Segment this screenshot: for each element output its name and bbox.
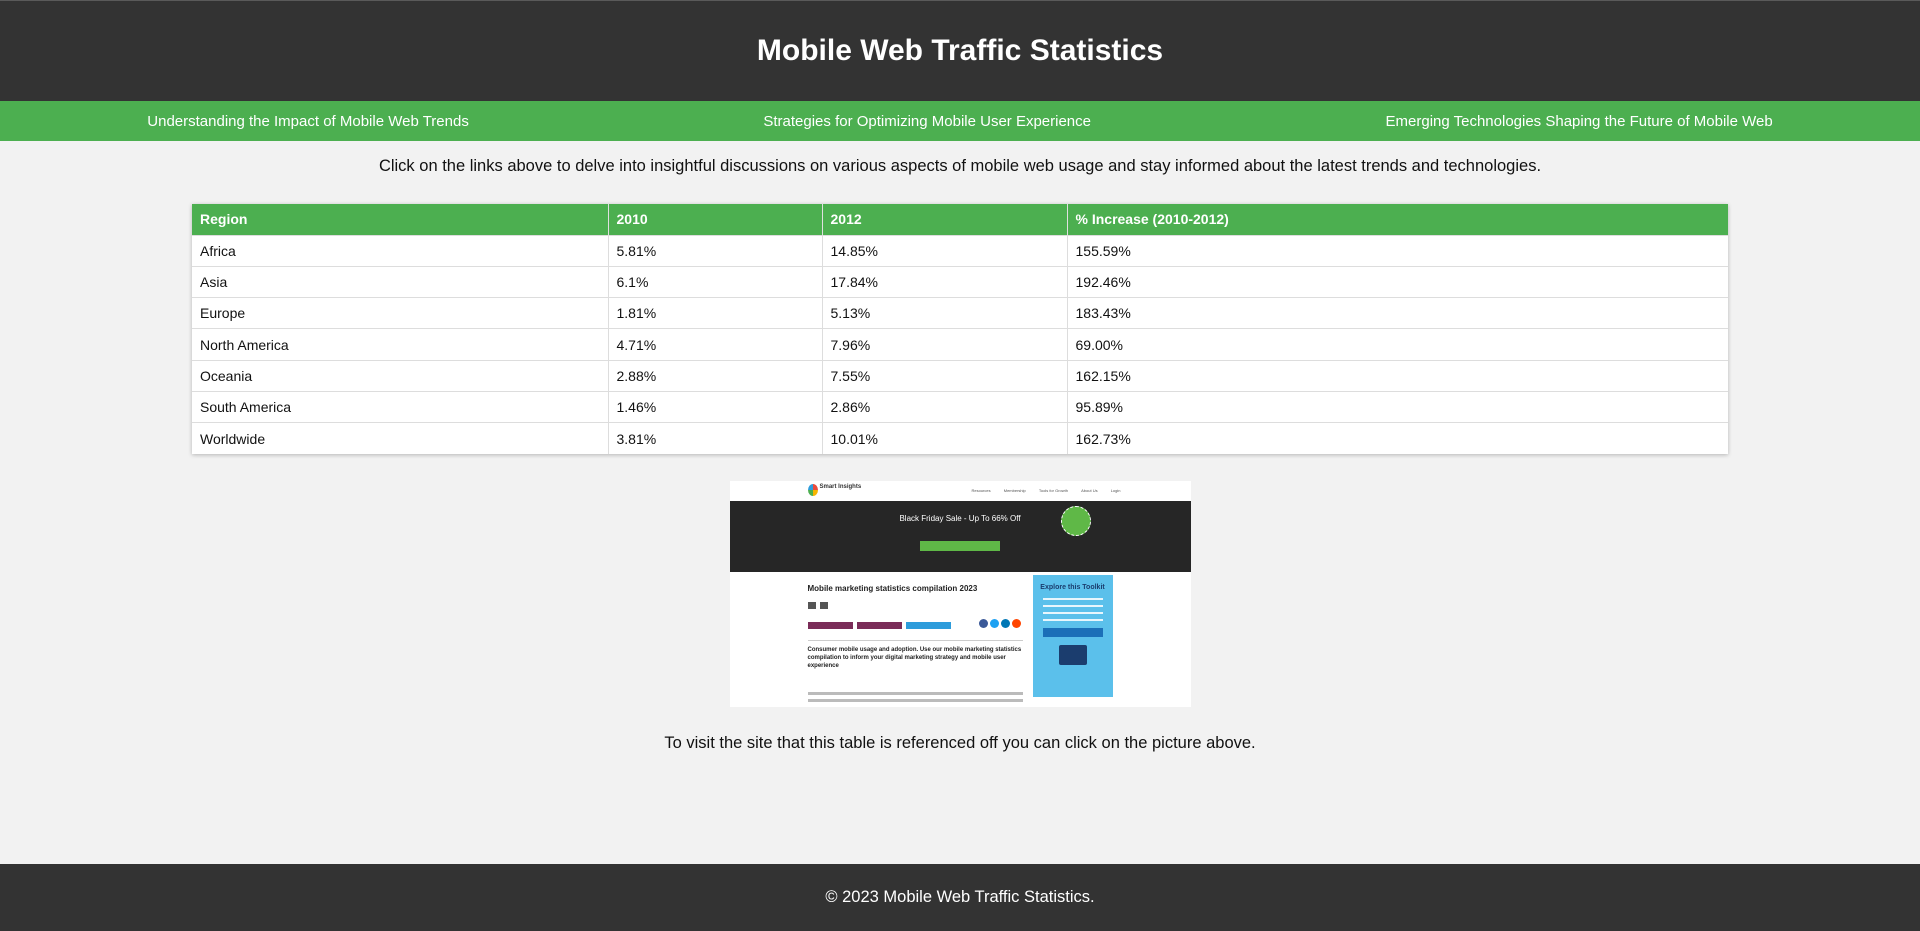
table-row: South America 1.46% 2.86% 95.89% [192, 390, 1728, 423]
stats-table: Region 2010 2012 % Increase (2010-2012) … [192, 204, 1728, 455]
thumb-banner-text-lines [730, 530, 1191, 536]
cell-2010: 2.88% [608, 359, 823, 392]
cell-2012: 10.01% [822, 422, 1068, 455]
thumb-social-icons [977, 615, 1021, 633]
stats-table-container: Region 2010 2012 % Increase (2010-2012) … [192, 204, 1728, 455]
site-footer: © 2023 Mobile Web Traffic Statistics. [0, 864, 1920, 931]
cell-2012: 7.96% [822, 328, 1068, 361]
thumb-nav-item: About Us [1081, 488, 1098, 494]
thumb-article-title: Mobile marketing statistics compilation … [807, 584, 978, 594]
thumb-body-line [807, 699, 1023, 703]
cell-region: South America [192, 390, 609, 423]
cell-2012: 14.85% [822, 234, 1068, 267]
cell-increase: 69.00% [1067, 328, 1728, 361]
intro-text: Click on the links above to delve into i… [378, 157, 1542, 175]
table-row: North America 4.71% 7.96% 69.00% [192, 328, 1728, 361]
cell-2010: 5.81% [608, 234, 823, 267]
thumb-sale-seal-icon [1060, 506, 1091, 537]
cell-2012: 7.55% [822, 359, 1068, 392]
thumb-body: Mobile marketing statistics compilation … [730, 572, 1191, 707]
cell-region: Worldwide [192, 422, 609, 455]
thumb-banner-button [920, 541, 1000, 552]
thumb-logo-text: Smart Insights [819, 484, 862, 491]
thumb-sidebar-button [1042, 628, 1103, 638]
thumb-divider [807, 640, 1023, 642]
table-row: Europe 1.81% 5.13% 183.43% [192, 297, 1728, 329]
header-2012: 2012 [822, 204, 1068, 235]
thumb-sidebar: Explore this Toolkit [1032, 575, 1113, 698]
cell-2010: 1.81% [608, 297, 823, 329]
cell-region: North America [192, 328, 609, 361]
thumb-nav-item: Resources [971, 488, 991, 494]
thumb-nav-links: Resources Membership Tools for Growth Ab… [959, 488, 1120, 493]
header-2010: 2010 [608, 204, 823, 235]
cell-2012: 5.13% [822, 297, 1068, 329]
thumb-nav-item: Login [1110, 488, 1121, 494]
cell-2010: 1.46% [608, 390, 823, 423]
nav-link-emerging-tech[interactable]: Emerging Technologies Shaping the Future… [1386, 113, 1773, 130]
table-row: Worldwide 3.81% 10.01% 162.73% [192, 422, 1728, 455]
cell-2010: 3.81% [608, 422, 823, 455]
cell-increase: 162.73% [1067, 422, 1728, 455]
outro-text: To visit the site that this table is ref… [664, 734, 1256, 753]
table-row: Asia 6.1% 17.84% 192.46% [192, 265, 1728, 298]
cell-2012: 17.84% [822, 265, 1068, 298]
nav-bar: Understanding the Impact of Mobile Web T… [0, 101, 1920, 141]
cell-2010: 4.71% [608, 328, 823, 361]
cell-2010: 6.1% [608, 265, 823, 298]
cell-increase: 162.15% [1067, 359, 1728, 392]
cell-increase: 192.46% [1067, 265, 1728, 298]
source-site-screenshot-link[interactable]: Smart Insights Resources Membership Tool… [729, 481, 1191, 708]
thumb-navbar: Smart Insights Resources Membership Tool… [729, 481, 1191, 502]
thumb-nav-item: Tools for Growth [1038, 488, 1068, 494]
cell-increase: 183.43% [1067, 297, 1728, 329]
thumb-lead-text: Consumer mobile usage and adoption. Use … [807, 647, 1022, 670]
table-row: Oceania 2.88% 7.55% 162.15% [192, 359, 1728, 392]
nav-link-optimizing-ux[interactable]: Strategies for Optimizing Mobile User Ex… [763, 113, 1091, 130]
table-row: Africa 5.81% 14.85% 155.59% [192, 234, 1728, 267]
cell-region: Europe [192, 297, 609, 329]
thumb-sidebar-title: Explore this Toolkit [1040, 584, 1105, 592]
thumb-author-meta [807, 602, 1028, 610]
cell-region: Asia [192, 265, 609, 298]
cell-2012: 2.86% [822, 390, 1068, 423]
table-header-row: Region 2010 2012 % Increase (2010-2012) [192, 204, 1728, 235]
header-region: Region [192, 204, 609, 235]
cell-increase: 155.59% [1067, 234, 1728, 267]
thumb-body-line [807, 692, 1023, 696]
cell-region: Oceania [192, 359, 609, 392]
toolkit-briefcase-icon [1058, 645, 1087, 666]
thumb-banner: Black Friday Sale - Up To 66% Off [729, 501, 1191, 573]
thumb-tags [807, 616, 955, 634]
header-increase: % Increase (2010-2012) [1067, 204, 1728, 235]
thumb-nav-item: Membership [1003, 488, 1026, 494]
copyright-text: © 2023 Mobile Web Traffic Statistics. [825, 888, 1095, 906]
page-title: Mobile Web Traffic Statistics [756, 34, 1164, 67]
cell-increase: 95.89% [1067, 390, 1728, 423]
site-header: Mobile Web Traffic Statistics [0, 1, 1920, 101]
smart-insights-logo-icon [807, 484, 818, 497]
nav-link-impact-trends[interactable]: Understanding the Impact of Mobile Web T… [147, 113, 469, 130]
thumb-banner-title: Black Friday Sale - Up To 66% Off [899, 514, 1021, 524]
cell-region: Africa [192, 234, 609, 267]
